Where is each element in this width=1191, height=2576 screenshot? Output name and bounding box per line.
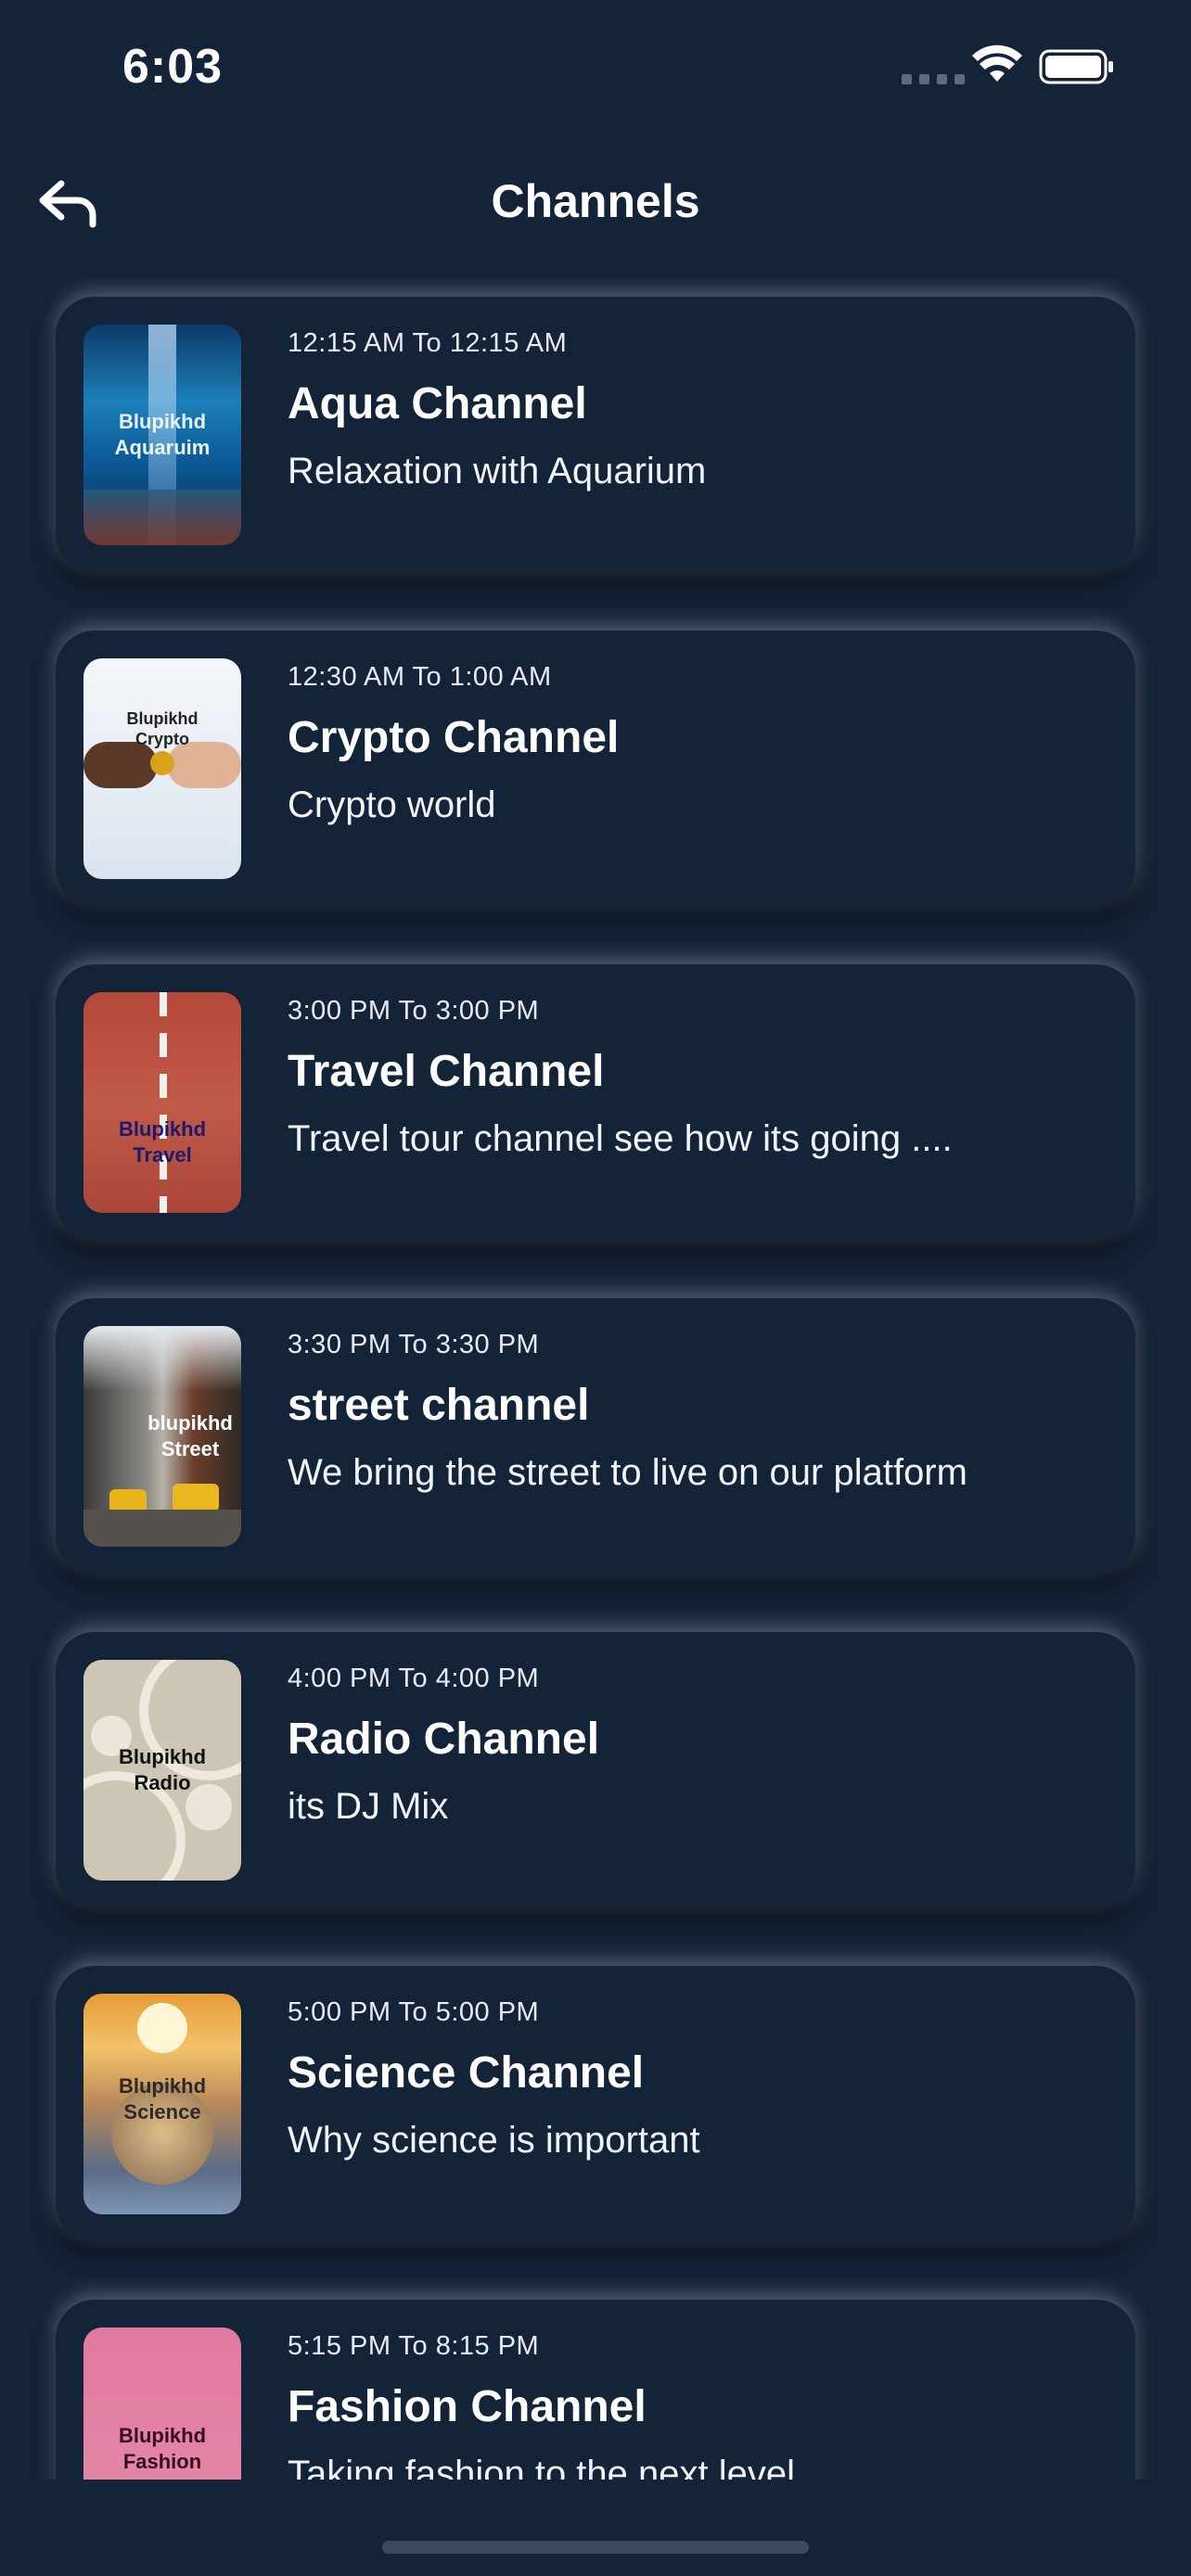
channel-description: Travel tour channel see how its going ..… <box>288 1118 953 1159</box>
channel-title: Crypto Channel <box>288 713 620 762</box>
channel-time: 12:15 AM To 12:15 AM <box>288 328 568 358</box>
channel-card-street[interactable]: blupikhd Street 3:30 PM To 3:30 PM street… <box>56 1298 1135 1575</box>
thumbnail-caption: Blupikhd Radio <box>118 1745 207 1794</box>
channel-time: 5:00 PM To 5:00 PM <box>288 1997 540 2027</box>
channel-time: 3:30 PM To 3:30 PM <box>288 1330 540 1359</box>
channel-time: 5:15 PM To 8:15 PM <box>288 2331 540 2361</box>
channel-card-fashion[interactable]: Blupikhd Fashion 5:15 PM To 8:15 PM Fashi… <box>56 2300 1135 2480</box>
channel-thumbnail: Blupikhd Fashion <box>83 2327 241 2480</box>
channel-description: Relaxation with Aquarium <box>288 451 707 491</box>
home-indicator[interactable] <box>382 2541 809 2554</box>
channel-description: Taking fashion to the next level <box>288 2454 796 2480</box>
cellular-signal-icon <box>902 74 965 84</box>
channel-thumbnail: blupikhd Street <box>83 1326 241 1547</box>
channel-description: Crypto world <box>288 784 496 825</box>
channel-title: Radio Channel <box>288 1715 600 1764</box>
channel-thumbnail: Blupikhd Science <box>83 1994 241 2214</box>
channel-description: Why science is important <box>288 2120 700 2161</box>
battery-icon <box>1039 49 1113 84</box>
channel-title: street channel <box>288 1381 590 1430</box>
channel-description: its DJ Mix <box>288 1786 449 1827</box>
thumbnail-caption: blupikhd Street <box>147 1411 233 1460</box>
channel-thumbnail: Blupikhd Travel <box>83 992 241 1213</box>
thumbnail-caption: Blupikhd Travel <box>118 1116 207 1167</box>
channel-card-radio[interactable]: Blupikhd Radio 4:00 PM To 4:00 PM Radio C… <box>56 1632 1135 1908</box>
status-time: 6:03 <box>122 40 224 94</box>
page-title: Channels <box>491 175 700 227</box>
channel-thumbnail: Blupikhd Crypto <box>83 658 241 879</box>
channel-card-crypto[interactable]: Blupikhd Crypto 12:30 AM To 1:00 AM Crypt… <box>56 631 1135 907</box>
channel-card-science[interactable]: Blupikhd Science 5:00 PM To 5:00 PM Scien… <box>56 1966 1135 2242</box>
channel-title: Aqua Channel <box>288 379 587 428</box>
channel-card-travel[interactable]: Blupikhd Travel 3:00 PM To 3:00 PM Travel… <box>56 964 1135 1241</box>
thumbnail-caption: Blupikhd Aquaruim <box>114 410 211 459</box>
channel-card-aqua[interactable]: Blupikhd Aquaruim 12:15 AM To 12:15 AM Aq… <box>56 297 1135 573</box>
channel-time: 4:00 PM To 4:00 PM <box>288 1664 540 1693</box>
channel-time: 3:00 PM To 3:00 PM <box>288 996 540 1026</box>
channel-description: We bring the street to live on our platf… <box>288 1452 967 1493</box>
thumbnail-caption: Blupikhd Science <box>118 2074 207 2124</box>
bottom-safe-area <box>0 2480 1191 2576</box>
channel-title: Travel Channel <box>288 1047 605 1096</box>
channel-time: 12:30 AM To 1:00 AM <box>288 662 552 692</box>
channel-thumbnail: Blupikhd Aquaruim <box>83 325 241 545</box>
navigation-bar: Channels <box>0 158 1191 250</box>
channel-thumbnail: Blupikhd Radio <box>83 1660 241 1881</box>
thumbnail-caption: Blupikhd Fashion <box>118 2423 207 2473</box>
channel-title: Fashion Channel <box>288 2382 647 2431</box>
thumbnail-caption: Blupikhd Crypto <box>126 709 198 749</box>
channel-list[interactable]: Blupikhd Aquaruim 12:15 AM To 12:15 AM Aq… <box>0 278 1191 2480</box>
wifi-icon <box>972 45 1022 82</box>
channel-title: Science Channel <box>288 2048 645 2098</box>
status-bar: 6:03 <box>0 0 1191 139</box>
